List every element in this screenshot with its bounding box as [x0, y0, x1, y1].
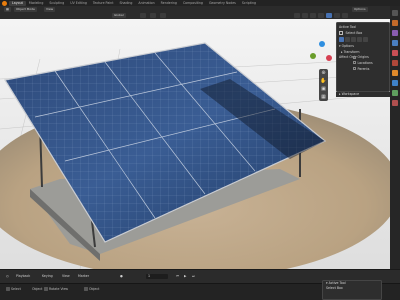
affect-only-option-label: Origins: [357, 55, 369, 60]
checkbox-icon[interactable]: [353, 67, 356, 71]
data-tab-icon[interactable]: [392, 90, 398, 96]
status-select-hint: Select: [6, 287, 21, 292]
subtract-selection-icon[interactable]: [351, 37, 356, 43]
properties-tab-strip: [390, 6, 400, 269]
snap-icon[interactable]: [150, 13, 156, 18]
view-tools: ⊕ ✋ ▣ ▦: [319, 69, 328, 101]
current-frame-field[interactable]: 1: [146, 274, 168, 279]
play-icon[interactable]: ▶: [184, 274, 186, 279]
workspace-tab[interactable]: Sculpting: [46, 1, 67, 6]
status-context-hint: Object: [84, 287, 99, 292]
status-object-label: Object: [32, 287, 43, 291]
selection-mode-icons: [339, 37, 387, 43]
viewport-header: ▦ Object Mode View Global Options: [0, 6, 390, 19]
active-tool-popup-extras[interactable]: Select Box: [323, 286, 381, 291]
jump-start-icon[interactable]: ⏮: [176, 274, 179, 279]
editor-type-button[interactable]: ▦: [4, 7, 11, 12]
navigation-gizmo[interactable]: [308, 41, 334, 67]
blender-logo-icon[interactable]: [2, 0, 7, 6]
active-tool-popover: Active Tool Select Box ▾ Options ▸ Trans…: [336, 22, 390, 92]
active-tool-popup-label: Active Tool: [328, 281, 346, 285]
mouse-middle-icon: [44, 287, 48, 291]
set-selection-icon[interactable]: [339, 37, 344, 43]
workspace-tab[interactable]: Compositing: [180, 1, 206, 6]
affect-only-options: Origins Locations Parents: [353, 55, 387, 72]
material-shading-icon[interactable]: [334, 13, 340, 18]
view-menu[interactable]: View: [44, 7, 56, 12]
status-rotate-hint: Rotate View: [44, 287, 68, 292]
grid-icon[interactable]: ▦: [319, 93, 328, 101]
solid-shading-icon[interactable]: [326, 13, 332, 18]
select-hint-label: Select: [11, 287, 21, 291]
mouse-right-icon: [84, 287, 88, 291]
mode-dropdown[interactable]: Object Mode: [14, 7, 37, 12]
workspace-tab[interactable]: Animation: [135, 1, 157, 6]
active-tool-popup: ▾ Active Tool Select Box: [322, 280, 382, 300]
auto-key-icon[interactable]: ●: [120, 274, 123, 279]
proportional-edit-icon[interactable]: [160, 13, 166, 18]
options-heading-label: Options: [341, 44, 354, 49]
marker-menu[interactable]: Marker: [78, 274, 89, 279]
pivot-icon[interactable]: [140, 13, 146, 18]
playback-menu[interactable]: Playback: [16, 274, 30, 279]
workspace-tab[interactable]: Rendering: [158, 1, 180, 6]
timeline-editor-icon[interactable]: ◴: [6, 274, 9, 279]
material-tab-icon[interactable]: [392, 100, 398, 106]
3d-viewport[interactable]: ⊕ ✋ ▣ ▦: [0, 19, 390, 269]
affect-only-option-label: Locations: [357, 60, 373, 65]
context-hint-label: Object: [89, 287, 100, 291]
x-axis-icon[interactable]: [326, 55, 332, 61]
invert-selection-icon[interactable]: [357, 37, 362, 43]
camera-icon[interactable]: ▣: [319, 85, 328, 93]
keying-menu[interactable]: Keying: [42, 274, 53, 279]
rotate-hint-label: Rotate View: [49, 287, 69, 291]
checkbox-icon[interactable]: [353, 61, 356, 65]
select-box-icon: [339, 30, 343, 35]
gizmo-toggle-icon[interactable]: [302, 13, 308, 18]
select-box-field[interactable]: Select Box: [339, 30, 387, 37]
workspace-tab[interactable]: Geometry Nodes: [206, 1, 239, 6]
tool-tab-icon[interactable]: [392, 10, 398, 16]
output-tab-icon[interactable]: [392, 30, 398, 36]
workspace-tab[interactable]: UV Editing: [67, 1, 90, 6]
modifier-tab-icon[interactable]: [392, 80, 398, 86]
overlays-icon[interactable]: [310, 13, 316, 18]
workspace-tab[interactable]: Modeling: [26, 1, 47, 6]
workspace-tab[interactable]: Shading: [116, 1, 135, 6]
y-axis-icon[interactable]: [310, 53, 316, 59]
z-axis-icon[interactable]: [319, 41, 325, 47]
workspace-label: Workspace: [341, 92, 360, 96]
affect-only-option[interactable]: Parents: [353, 67, 387, 73]
intersect-selection-icon[interactable]: [363, 37, 368, 43]
extend-selection-icon[interactable]: [345, 37, 350, 43]
checkbox-icon[interactable]: [353, 55, 356, 59]
rendered-shading-icon[interactable]: [342, 13, 348, 18]
workspace-tab[interactable]: Layout: [9, 0, 26, 6]
render-tab-icon[interactable]: [392, 20, 398, 26]
workspace-tabs: Layout Modeling Sculpting UV Editing Texture…: [9, 0, 259, 6]
zoom-icon[interactable]: ⊕: [319, 69, 328, 77]
visibility-icon[interactable]: [294, 13, 300, 18]
workspace-tab[interactable]: Texture Paint: [90, 1, 117, 6]
xray-icon[interactable]: [318, 13, 324, 18]
affect-only-option-label: Parents: [357, 66, 370, 71]
view-menu-timeline[interactable]: View: [62, 274, 70, 279]
options-dropdown[interactable]: Options: [352, 7, 368, 12]
transform-label: Transform: [343, 49, 360, 54]
view-layer-tab-icon[interactable]: [392, 40, 398, 46]
select-box-label: Select Box: [345, 30, 363, 35]
transform-orientation-dropdown[interactable]: Global: [112, 13, 126, 18]
workspace-panel[interactable]: ▸ Workspace: [336, 92, 390, 97]
world-tab-icon[interactable]: [392, 60, 398, 66]
jump-end-icon[interactable]: ⏭: [192, 274, 195, 279]
workspace-tab[interactable]: Scripting: [239, 1, 259, 6]
mouse-left-icon: [6, 287, 10, 291]
object-tab-icon[interactable]: [392, 70, 398, 76]
scene-tab-icon[interactable]: [392, 50, 398, 56]
pan-hand-icon[interactable]: ✋: [319, 77, 328, 85]
